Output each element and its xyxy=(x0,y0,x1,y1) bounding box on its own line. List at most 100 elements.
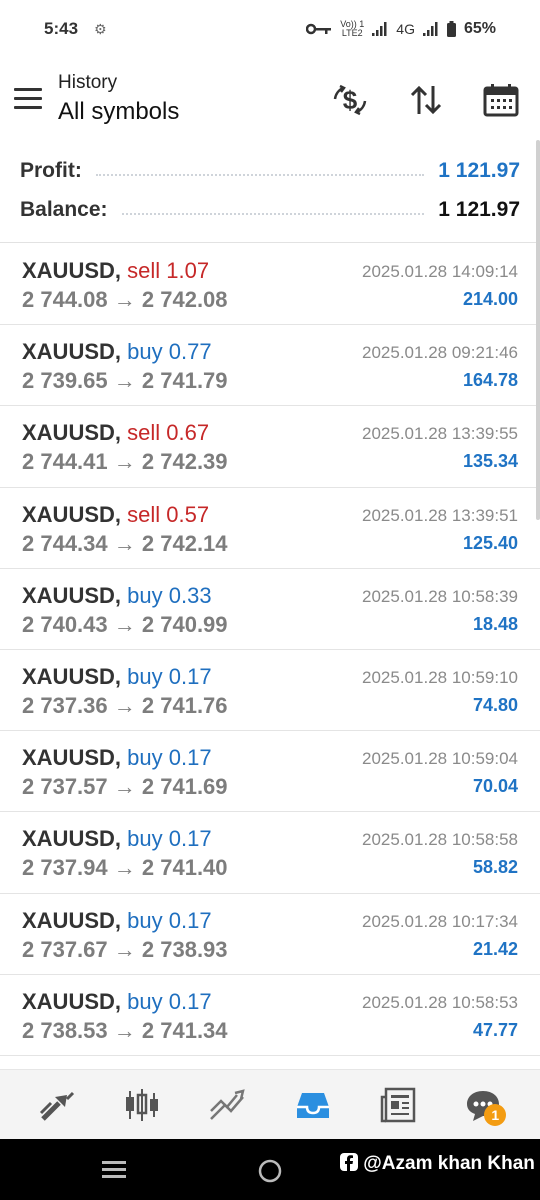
deal-time: 2025.01.28 10:59:10 xyxy=(362,667,518,687)
deals-list: XAUUSD, sell 1.07 2 744.08 → 2 742.08 2025… xyxy=(0,244,540,1056)
deal-side: sell xyxy=(127,258,161,283)
news-icon xyxy=(380,1087,416,1122)
recents-button[interactable] xyxy=(100,1159,128,1186)
deal-profit: 18.48 xyxy=(472,613,518,634)
deal-open-price: 2 744.08 xyxy=(22,287,108,312)
quotes-icon xyxy=(39,1091,74,1121)
deal-row[interactable]: XAUUSD, buy 0.17 2 737.94 → 2 741.40 2025.… xyxy=(0,812,540,894)
deal-side: buy xyxy=(127,745,163,771)
home-button[interactable] xyxy=(257,1158,283,1189)
app-header: History All symbols $ xyxy=(0,58,540,146)
scrollbar[interactable] xyxy=(536,140,540,520)
profit-row: Profit: 1 121.97 xyxy=(20,156,520,186)
deal-row[interactable]: XAUUSD, sell 1.07 2 744.08 → 2 742.08 2025… xyxy=(0,244,540,326)
deal-open-price: 2 744.34 xyxy=(22,530,108,556)
arrow-icon: → xyxy=(113,936,136,962)
svg-text:$: $ xyxy=(343,85,358,115)
deal-close-price: 2 741.79 xyxy=(141,368,228,394)
tab-chat[interactable]: 1 xyxy=(458,1080,508,1130)
arrow-icon: → xyxy=(113,692,136,718)
deal-prices: 2 744.08 → 2 742.08 xyxy=(22,287,228,313)
deal-symbol: XAUUSD, xyxy=(22,907,122,933)
calendar-icon[interactable] xyxy=(481,80,521,120)
deal-open-price: 2 737.57 xyxy=(22,774,108,800)
deal-time: 2025.01.28 10:58:58 xyxy=(362,830,518,850)
deal-symbol-line: XAUUSD, sell 0.57 xyxy=(22,502,209,528)
deal-side: sell xyxy=(127,501,161,527)
settings-status-icon: ⚙ xyxy=(94,20,107,37)
watermark-text: @Azam khan Khan xyxy=(363,1153,535,1174)
deal-side: buy xyxy=(127,988,163,1014)
menu-icon[interactable] xyxy=(14,88,42,110)
battery-icon xyxy=(446,21,456,37)
deal-open-price: 2 737.94 xyxy=(22,855,108,881)
deal-row[interactable]: XAUUSD, buy 0.17 2 738.53 → 2 741.34 2025.… xyxy=(0,975,540,1056)
deal-prices: 2 738.53 → 2 741.34 xyxy=(22,1018,228,1044)
status-right: Vo)) 1 LTE2 4G 65% xyxy=(306,20,496,38)
deal-prices: 2 740.43 → 2 740.99 xyxy=(22,612,228,638)
deal-symbol-line: XAUUSD, buy 0.77 xyxy=(22,339,212,365)
summary-panel: Profit: 1 121.97 Balance: 1 121.97 xyxy=(0,150,540,243)
deal-row[interactable]: XAUUSD, buy 0.33 2 740.43 → 2 740.99 2025.… xyxy=(0,569,540,650)
deal-row[interactable]: XAUUSD, buy 0.77 2 739.65 → 2 741.79 2025.… xyxy=(0,325,540,407)
deal-close-price: 2 741.69 xyxy=(141,774,228,800)
balance-row: Balance: 1 121.97 xyxy=(20,195,520,225)
deal-profit: 74.80 xyxy=(472,694,518,715)
deal-open-price: 2 740.43 xyxy=(22,611,108,637)
sort-icon[interactable] xyxy=(406,80,446,120)
deal-profit: 125.40 xyxy=(462,532,518,553)
system-nav-bar: @Azam khan Khan xyxy=(0,1139,540,1200)
page-title[interactable]: All symbols xyxy=(58,98,179,126)
deal-symbol-line: XAUUSD, sell 0.67 xyxy=(22,420,209,446)
arrow-icon: → xyxy=(113,611,136,637)
deal-profit: 135.34 xyxy=(462,451,518,472)
deal-time: 2025.01.28 10:17:34 xyxy=(362,911,518,931)
bottom-tab-bar: 1 xyxy=(0,1069,540,1139)
deal-volume: 0.57 xyxy=(166,501,210,527)
deal-prices: 2 737.67 → 2 738.93 xyxy=(22,937,228,963)
deal-volume: 1.07 xyxy=(166,258,210,283)
deal-close-price: 2 740.99 xyxy=(141,611,228,637)
arrow-icon: → xyxy=(113,368,136,394)
deal-volume: 0.33 xyxy=(168,582,212,608)
deal-row[interactable]: XAUUSD, buy 0.17 2 737.36 → 2 741.76 2025.… xyxy=(0,650,540,732)
deal-close-price: 2 742.14 xyxy=(141,530,228,556)
deal-profit: 164.78 xyxy=(462,370,518,391)
status-time: 5:43 xyxy=(44,19,79,38)
deal-symbol: XAUUSD, xyxy=(22,420,122,446)
trade-icon xyxy=(210,1088,246,1120)
deal-side: buy xyxy=(127,907,163,933)
tab-trade[interactable] xyxy=(202,1080,252,1130)
deal-prices: 2 744.34 → 2 742.14 xyxy=(22,531,228,557)
deal-symbol: XAUUSD, xyxy=(22,501,122,527)
deal-close-price: 2 741.76 xyxy=(141,692,228,718)
tab-quotes[interactable] xyxy=(32,1080,82,1130)
deal-row[interactable]: XAUUSD, buy 0.17 2 737.57 → 2 741.69 2025.… xyxy=(0,731,540,813)
deal-row[interactable]: XAUUSD, sell 0.67 2 744.41 → 2 742.39 2025… xyxy=(0,406,540,488)
tab-chart[interactable] xyxy=(117,1080,167,1130)
deal-side: buy xyxy=(127,339,163,365)
tab-news[interactable] xyxy=(373,1080,423,1130)
deal-volume: 0.17 xyxy=(168,745,212,771)
profit-value: 1 121.97 xyxy=(438,159,520,182)
deal-symbol-line: XAUUSD, buy 0.33 xyxy=(22,583,212,609)
dotted-leader xyxy=(121,213,425,215)
deal-prices: 2 737.36 → 2 741.76 xyxy=(22,693,228,719)
deal-open-price: 2 738.53 xyxy=(22,1017,108,1043)
deal-time: 2025.01.28 10:58:53 xyxy=(362,992,518,1012)
deal-symbol: XAUUSD, xyxy=(22,339,122,365)
arrow-icon: → xyxy=(113,449,136,475)
network-type: 4G xyxy=(396,21,415,37)
deposit-filter-icon[interactable]: $ xyxy=(330,80,370,120)
tab-history[interactable] xyxy=(288,1080,338,1130)
deal-time: 2025.01.28 14:09:14 xyxy=(362,262,518,281)
deal-time: 2025.01.28 13:39:51 xyxy=(362,505,518,525)
chat-badge: 1 xyxy=(484,1103,507,1126)
deal-time: 2025.01.28 10:58:39 xyxy=(362,586,518,606)
deal-close-price: 2 742.39 xyxy=(141,449,228,475)
deal-profit: 214.00 xyxy=(462,289,518,309)
deal-row[interactable]: XAUUSD, buy 0.17 2 737.67 → 2 738.93 2025.… xyxy=(0,894,540,975)
profit-label: Profit: xyxy=(20,159,82,182)
arrow-icon: → xyxy=(113,1017,136,1043)
deal-row[interactable]: XAUUSD, sell 0.57 2 744.34 → 2 742.14 2025… xyxy=(0,488,540,569)
